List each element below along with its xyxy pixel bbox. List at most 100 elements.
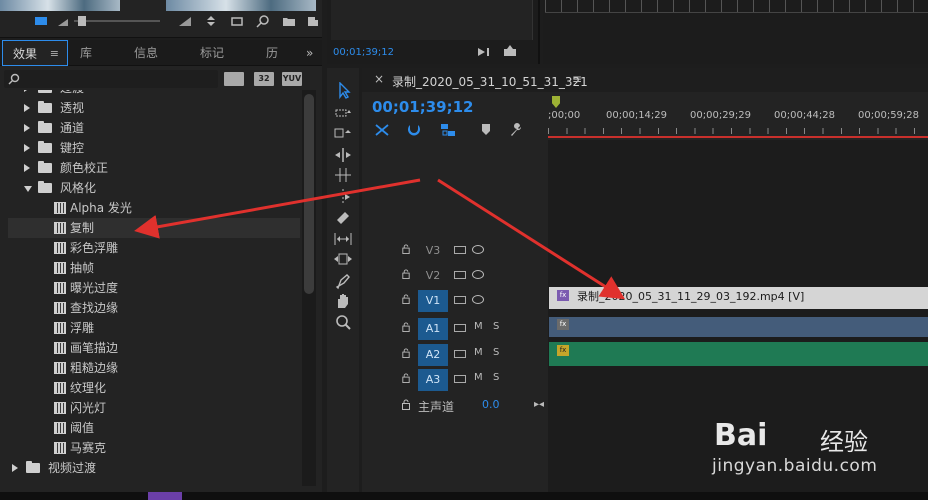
hand-tool-icon[interactable] [333, 292, 353, 310]
lock-icon[interactable] [402, 322, 410, 332]
slip-tool-icon[interactable] [333, 230, 353, 248]
effects-search-input[interactable] [4, 70, 218, 88]
razor-blade-icon[interactable] [333, 208, 353, 226]
pen-tool-icon[interactable] [333, 272, 353, 290]
chevron-right-icon[interactable] [24, 124, 30, 132]
solo-button[interactable]: S [493, 321, 499, 332]
solo-button[interactable]: S [493, 347, 499, 358]
settings-wrench-icon[interactable] [508, 122, 524, 138]
lock-icon[interactable] [402, 373, 410, 383]
effect-item[interactable]: 纹理化 [8, 378, 300, 398]
effect-item[interactable]: 浮雕 [8, 318, 300, 338]
sort-icon[interactable] [204, 14, 218, 28]
zoom-slider-handle[interactable] [78, 16, 86, 26]
effect-item[interactable]: Alpha 发光 [8, 198, 300, 218]
track-target-toggle[interactable]: V2 [418, 265, 448, 287]
chevron-right-icon[interactable] [12, 464, 18, 472]
effects-scrollbar[interactable] [302, 90, 316, 486]
monitor-ruler[interactable] [545, 0, 928, 13]
eye-icon[interactable] [472, 270, 484, 279]
tab-libraries[interactable]: 库 [80, 40, 92, 66]
effect-item[interactable]: 马赛克 [8, 438, 300, 458]
effect-folder[interactable]: 透视 [8, 98, 300, 118]
track-target-toggle[interactable]: A2 [418, 344, 448, 366]
rolling-edit-tool-icon[interactable] [333, 146, 353, 164]
add-marker-icon[interactable] [478, 122, 494, 138]
track-target-toggle[interactable]: V1 [418, 290, 448, 312]
effect-item[interactable]: 抽帧 [8, 258, 300, 278]
effect-item[interactable]: 曝光过度 [8, 278, 300, 298]
search-icon[interactable] [256, 14, 270, 28]
sync-lock-icon[interactable] [454, 296, 466, 304]
chevron-right-icon[interactable] [24, 164, 30, 172]
sequence-tab[interactable]: × 录制_2020_05_31_10_51_31_321 ≡ [362, 68, 928, 92]
lock-icon[interactable] [402, 348, 410, 358]
tab-history[interactable]: 历 [266, 40, 278, 66]
lock-icon[interactable] [402, 294, 410, 304]
effect-item[interactable]: 彩色浮雕 [8, 238, 300, 258]
selection-tool-icon[interactable] [333, 82, 353, 100]
rate-stretch-tool-icon[interactable] [333, 166, 353, 184]
linked-selection-icon[interactable] [440, 122, 456, 138]
effect-folder[interactable]: 键控 [8, 138, 300, 158]
effect-item[interactable]: 复制 [8, 218, 300, 238]
video-clip-v1[interactable]: fx 录制_2020_05_31_11_29_03_192.mp4 [V] [549, 287, 928, 309]
sync-lock-icon[interactable] [454, 324, 466, 332]
solo-button[interactable]: S [493, 372, 499, 383]
effect-item[interactable]: 查找边缘 [8, 298, 300, 318]
new-item-icon[interactable] [306, 14, 320, 28]
effect-item[interactable]: 画笔描边 [8, 338, 300, 358]
program-timecode[interactable]: 00;01;39;12 [333, 47, 394, 58]
track-target-toggle[interactable]: A1 [418, 318, 448, 340]
track-select-tool-icon[interactable] [333, 104, 353, 122]
new-bin-icon[interactable] [282, 14, 296, 28]
automate-icon[interactable] [230, 14, 244, 28]
timeline-timecode[interactable]: 00;01;39;12 [372, 98, 474, 116]
timeline-ruler[interactable]: ;00;00 00;00;14;29 00;00;29;29 00;00;44;… [548, 94, 928, 140]
mute-button[interactable]: M [474, 372, 483, 383]
effect-folder[interactable]: 视频过渡 [8, 458, 300, 478]
tab-info[interactable]: 信息 [134, 40, 158, 66]
mute-button[interactable]: M [474, 347, 483, 358]
sync-lock-icon[interactable] [454, 375, 466, 383]
effect-item[interactable]: 阈值 [8, 418, 300, 438]
go-to-end-icon[interactable]: ▸◂ [534, 399, 544, 410]
32bit-effects-filter[interactable]: 32 [254, 72, 274, 86]
lock-icon[interactable] [402, 269, 410, 279]
tab-markers[interactable]: 标记 [200, 40, 224, 66]
chevron-right-icon[interactable] [24, 144, 30, 152]
nest-sequence-icon[interactable] [374, 122, 390, 138]
tab-effects[interactable]: 效果 ≡ [2, 40, 68, 66]
track-target-toggle[interactable]: V3 [418, 240, 448, 262]
track-target-toggle[interactable]: A3 [418, 369, 448, 391]
export-frame-icon[interactable] [503, 45, 517, 57]
audio-clip-a2[interactable]: fx [549, 342, 928, 366]
sync-lock-icon[interactable] [454, 271, 466, 279]
sync-lock-icon[interactable] [454, 350, 466, 358]
ripple-edit-tool-icon[interactable] [333, 124, 353, 142]
razor-tool-icon[interactable] [333, 188, 353, 206]
insert-icon[interactable] [477, 46, 491, 58]
effect-folder[interactable]: 通道 [8, 118, 300, 138]
lock-icon[interactable] [402, 244, 410, 254]
clip-thumbnail[interactable] [0, 0, 120, 11]
taskbar-app-icon[interactable] [148, 492, 182, 500]
close-icon[interactable]: × [374, 72, 384, 86]
master-volume[interactable]: 0.0 [482, 398, 500, 411]
more-panels-button[interactable]: » [306, 40, 313, 66]
zoom-slider[interactable] [74, 20, 160, 22]
chevron-right-icon[interactable] [24, 90, 30, 92]
yuv-effects-filter[interactable]: YUV [282, 72, 302, 86]
eye-icon[interactable] [472, 245, 484, 254]
tab-menu-icon[interactable]: ≡ [50, 41, 59, 67]
effect-folder[interactable]: 风格化 [8, 178, 300, 198]
sequence-menu-icon[interactable]: ≡ [572, 72, 582, 86]
eye-icon[interactable] [472, 295, 484, 304]
lock-icon[interactable] [402, 399, 410, 410]
zoom-tool-icon[interactable] [333, 314, 353, 332]
accelerated-effects-filter[interactable] [224, 72, 244, 86]
effect-folder[interactable]: 颜色校正 [8, 158, 300, 178]
chevron-right-icon[interactable] [24, 104, 30, 112]
slide-tool-icon[interactable] [333, 250, 353, 268]
list-view-icon[interactable] [34, 14, 48, 28]
